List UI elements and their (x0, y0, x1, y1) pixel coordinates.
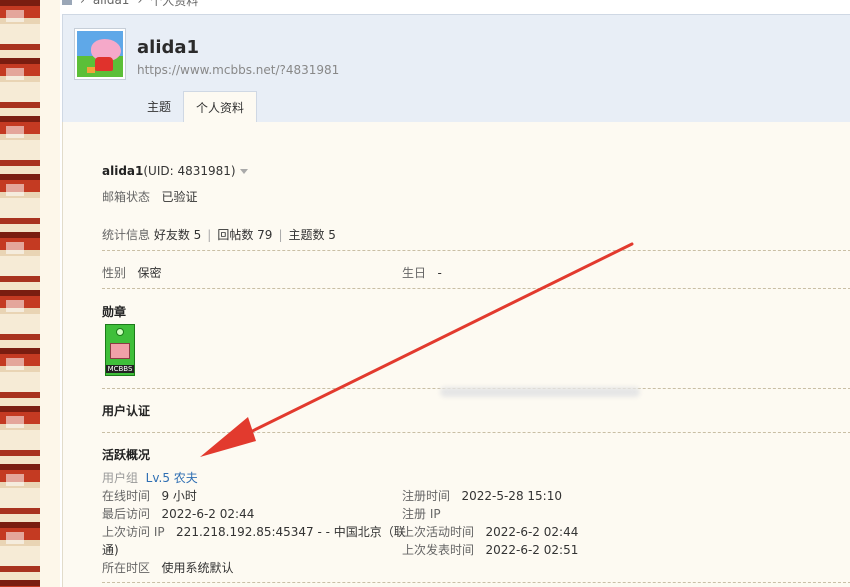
divider (102, 288, 850, 289)
timezone-value: 使用系统默认 (161, 561, 234, 575)
online-time-row: 在线时间 9 小时 (102, 487, 197, 504)
gender-value: 保密 (137, 266, 162, 280)
breadcrumb-current: 个人资料 (150, 0, 199, 8)
breadcrumb-sep: › (80, 0, 85, 7)
online-label: 在线时间 (102, 489, 151, 503)
tab-profile[interactable]: 个人资料 (183, 91, 258, 124)
user-group-row: 用户组 Lv.5 农夫 (102, 469, 198, 486)
last-ip-row: 上次访问 IP 221.218.192.85:45347 - - 中国北京（联 (102, 523, 406, 540)
medals-title: 勋章 (102, 305, 127, 319)
avatar[interactable] (74, 28, 126, 80)
last-visit-row: 最后访问 2022-6-2 02:44 (102, 505, 254, 522)
timezone-label: 所在时区 (102, 561, 151, 575)
last-active-value: 2022-6-2 02:44 (485, 525, 579, 539)
group-label: 用户组 (102, 471, 139, 485)
reg-time-row: 注册时间 2022-5-28 15:10 (402, 487, 562, 504)
medal-text: MCBBS (106, 365, 134, 373)
user-title-row: alida1(UID: 4831981) (102, 164, 248, 178)
verification-title: 用户认证 (102, 404, 151, 418)
last-active-row: 上次活动时间 2022-6-2 02:44 (402, 523, 578, 540)
tab-threads[interactable]: 主题 (135, 91, 183, 123)
reg-ip-label: 注册 IP (402, 507, 441, 521)
reg-time-value: 2022-5-28 15:10 (461, 489, 562, 503)
email-value: 已验证 (161, 190, 198, 204)
last-ip-row-cont: 通) (102, 543, 119, 557)
chevron-down-icon[interactable] (239, 169, 248, 174)
breadcrumb-sep: › (137, 0, 143, 7)
email-status-row: 邮箱状态 已验证 (102, 188, 197, 205)
gender-row: 性别 保密 (102, 264, 161, 281)
divider (102, 582, 850, 583)
breadcrumb-user[interactable]: alida1 (93, 0, 130, 7)
page-gutter (40, 0, 60, 587)
stats-label: 统计信息 (102, 228, 151, 242)
stat-threads[interactable]: 主题数 5 (288, 228, 335, 242)
last-visit-value: 2022-6-2 02:44 (161, 507, 255, 521)
profile-header: alida1 https://www.mcbbs.net/?4831981 主题… (62, 14, 850, 124)
last-post-value: 2022-6-2 02:51 (485, 543, 579, 557)
avatar-image (77, 31, 123, 77)
medal-badge[interactable]: MCBBS (105, 324, 135, 376)
last-ip-value: 221.218.192.85:45347 - - 中国北京（联 (176, 525, 406, 539)
stat-friends[interactable]: 好友数 5 (154, 228, 201, 242)
stat-replies[interactable]: 回帖数 79 (217, 228, 272, 242)
email-label: 邮箱状态 (102, 190, 151, 204)
uid-text: (UID: 4831981) (143, 164, 236, 178)
divider (102, 250, 850, 251)
profile-username: alida1 (137, 37, 200, 58)
breadcrumb: › alida1 › 个人资料 (62, 0, 199, 8)
activity-title: 活跃概况 (102, 448, 151, 462)
stats-row: 统计信息 好友数 5 | 回帖数 79 | 主题数 5 (102, 228, 336, 242)
birthday-label: 生日 (402, 266, 427, 280)
last-post-label: 上次发表时间 (402, 543, 475, 557)
reg-ip-row: 注册 IP (402, 505, 441, 522)
group-value[interactable]: Lv.5 农夫 (146, 471, 198, 485)
online-value: 9 小时 (161, 489, 197, 503)
profile-tabs: 主题 个人资料 (135, 91, 258, 124)
home-icon[interactable] (62, 0, 72, 5)
reg-time-label: 注册时间 (402, 489, 451, 503)
detail-username: alida1 (102, 164, 144, 178)
birthday-value: - (437, 266, 442, 280)
decorative-brick-strip (0, 0, 40, 587)
profile-url[interactable]: https://www.mcbbs.net/?4831981 (137, 63, 339, 77)
redacted-ip (440, 387, 640, 397)
profile-details: alida1(UID: 4831981) 邮箱状态 已验证 统计信息 好友数 5… (62, 122, 850, 587)
last-post-row: 上次发表时间 2022-6-2 02:51 (402, 541, 578, 558)
divider (102, 432, 850, 433)
timezone-row: 所在时区 使用系统默认 (102, 559, 233, 576)
gender-label: 性别 (102, 266, 127, 280)
last-active-label: 上次活动时间 (402, 525, 475, 539)
last-ip-label: 上次访问 IP (102, 525, 165, 539)
birthday-row: 生日 - (402, 264, 442, 281)
last-visit-label: 最后访问 (102, 507, 151, 521)
